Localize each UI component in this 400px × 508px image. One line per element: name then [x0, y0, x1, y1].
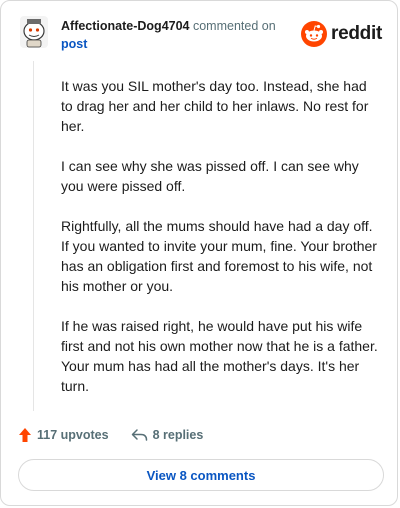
- replies-button[interactable]: 8 replies: [131, 428, 204, 442]
- comment-actions: 117 upvotes 8 replies: [18, 427, 203, 443]
- comment-body: It was you SIL mother's day too. Instead…: [61, 76, 379, 416]
- reddit-wordmark: reddit: [331, 23, 382, 44]
- comment-username[interactable]: Affectionate-Dog4704: [61, 19, 190, 33]
- upvote-arrow-icon: [19, 428, 31, 442]
- replies-count: 8 replies: [152, 428, 204, 442]
- reddit-logo-icon: [301, 21, 328, 47]
- upvotes-count: 117 upvotes: [37, 428, 109, 442]
- thread-line: [33, 61, 34, 411]
- reddit-logo[interactable]: reddit: [301, 21, 382, 47]
- upvote-button[interactable]: 117 upvotes: [18, 427, 109, 443]
- comment-card: Affectionate-Dog4704 commented on post r…: [0, 0, 398, 506]
- reply-arrow-icon: [131, 429, 147, 441]
- commented-on-text: commented on: [192, 19, 276, 33]
- comment-paragraph: I can see why she was pissed off. I can …: [61, 158, 359, 194]
- comment-paragraph: It was you SIL mother's day too. Instead…: [61, 78, 369, 134]
- comment-paragraph: If he was raised right, he would have pu…: [61, 318, 378, 394]
- view-comments-button[interactable]: View 8 comments: [18, 459, 384, 491]
- comment-paragraph: Rightfully, all the mums should have had…: [61, 218, 377, 294]
- post-link[interactable]: post: [61, 36, 311, 52]
- snoo-avatar-icon[interactable]: [19, 15, 49, 49]
- comment-header: Affectionate-Dog4704 commented on post: [61, 18, 311, 52]
